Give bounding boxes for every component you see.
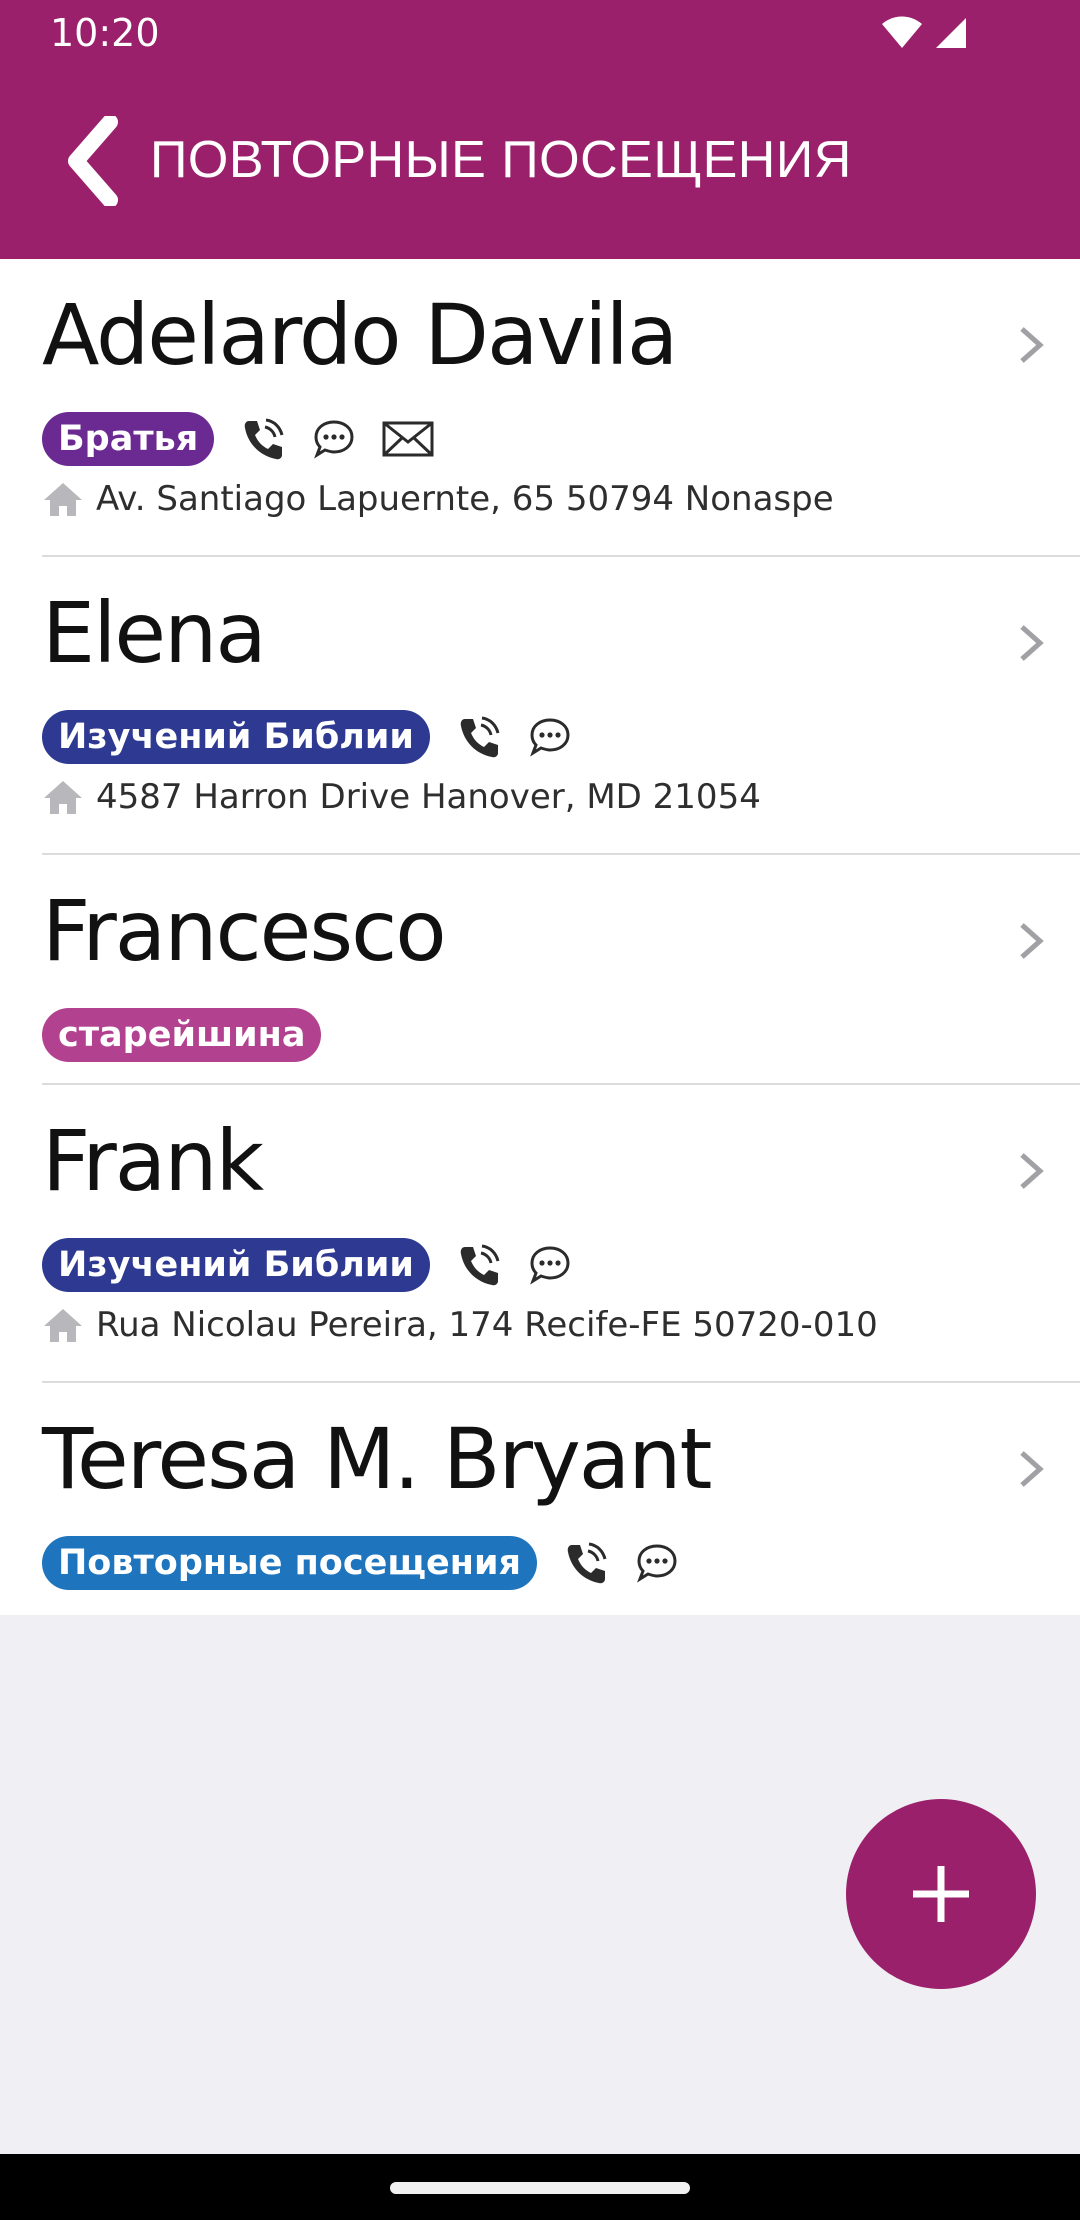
contact-name: Adelardo Davila (42, 286, 678, 384)
plus-icon (909, 1862, 973, 1926)
phone-icon[interactable] (240, 416, 286, 462)
phone-icon[interactable] (456, 714, 502, 760)
status-badge: Братья (42, 412, 215, 466)
contact-meta: старейшина (42, 1008, 322, 1062)
chat-icon[interactable] (312, 417, 356, 461)
address-text: Av. Santiago Lapuernte, 65 50794 Nonaspe (96, 479, 834, 519)
contact-list: Adelardo Davila Братья Av. Santiago Lapu… (0, 259, 1080, 1615)
contact-meta: Братья (42, 412, 434, 466)
status-time: 10:20 (50, 11, 160, 55)
chevron-right-icon (1020, 327, 1044, 363)
contact-name: Teresa M. Bryant (42, 1410, 712, 1508)
home-icon (42, 480, 84, 518)
mail-icon[interactable] (382, 420, 434, 458)
list-item[interactable]: Teresa M. Bryant Повторные посещения (42, 1383, 1080, 1615)
contact-address: 4587 Harron Drive Hanover, MD 21054 (42, 777, 761, 817)
list-item[interactable]: Elena Изучений Библии 4587 Harron Drive … (42, 557, 1080, 855)
phone-icon[interactable] (456, 1242, 502, 1288)
home-icon (42, 1306, 84, 1344)
chat-icon[interactable] (635, 1541, 679, 1585)
contact-meta: Изучений Библии (42, 1238, 572, 1292)
system-icons (880, 16, 968, 50)
contact-meta: Повторные посещения (42, 1536, 679, 1590)
contact-address: Rua Nicolau Pereira, 174 Recife-FE 50720… (42, 1305, 878, 1345)
phone-icon[interactable] (563, 1540, 609, 1586)
chevron-right-icon (1020, 923, 1044, 959)
home-icon (42, 778, 84, 816)
list-item[interactable]: Francesco старейшина (42, 855, 1080, 1085)
status-badge: Повторные посещения (42, 1536, 537, 1590)
chat-icon[interactable] (528, 715, 572, 759)
page-title: ПОВТОРНЫЕ ПОСЕЩЕНИЯ (150, 131, 852, 189)
contact-name: Francesco (42, 882, 447, 980)
address-text: 4587 Harron Drive Hanover, MD 21054 (96, 777, 761, 817)
list-item[interactable]: Adelardo Davila Братья Av. Santiago Lapu… (42, 259, 1080, 557)
status-badge: старейшина (42, 1008, 322, 1062)
app-header: ПОВТОРНЫЕ ПОСЕЩЕНИЯ (0, 66, 1080, 259)
address-text: Rua Nicolau Pereira, 174 Recife-FE 50720… (96, 1305, 878, 1345)
chevron-right-icon (1020, 1153, 1044, 1189)
status-bar: 10:20 (0, 0, 1080, 66)
signal-icon (934, 16, 968, 50)
status-badge: Изучений Библии (42, 710, 430, 764)
chevron-right-icon (1020, 625, 1044, 661)
contact-address: Av. Santiago Lapuernte, 65 50794 Nonaspe (42, 479, 834, 519)
chevron-left-icon (66, 116, 118, 206)
contact-name: Frank (42, 1112, 264, 1210)
back-button[interactable] (52, 106, 132, 216)
contact-name: Elena (42, 584, 267, 682)
wifi-icon (880, 16, 924, 50)
status-badge: Изучений Библии (42, 1238, 430, 1292)
home-gesture-handle[interactable] (390, 2182, 690, 2194)
chevron-right-icon (1020, 1451, 1044, 1487)
list-item[interactable]: Frank Изучений Библии Rua Nicolau Pereir… (42, 1085, 1080, 1383)
add-contact-button[interactable] (846, 1799, 1036, 1989)
chat-icon[interactable] (528, 1243, 572, 1287)
contact-meta: Изучений Библии (42, 710, 572, 764)
navigation-bar (0, 2154, 1080, 2220)
